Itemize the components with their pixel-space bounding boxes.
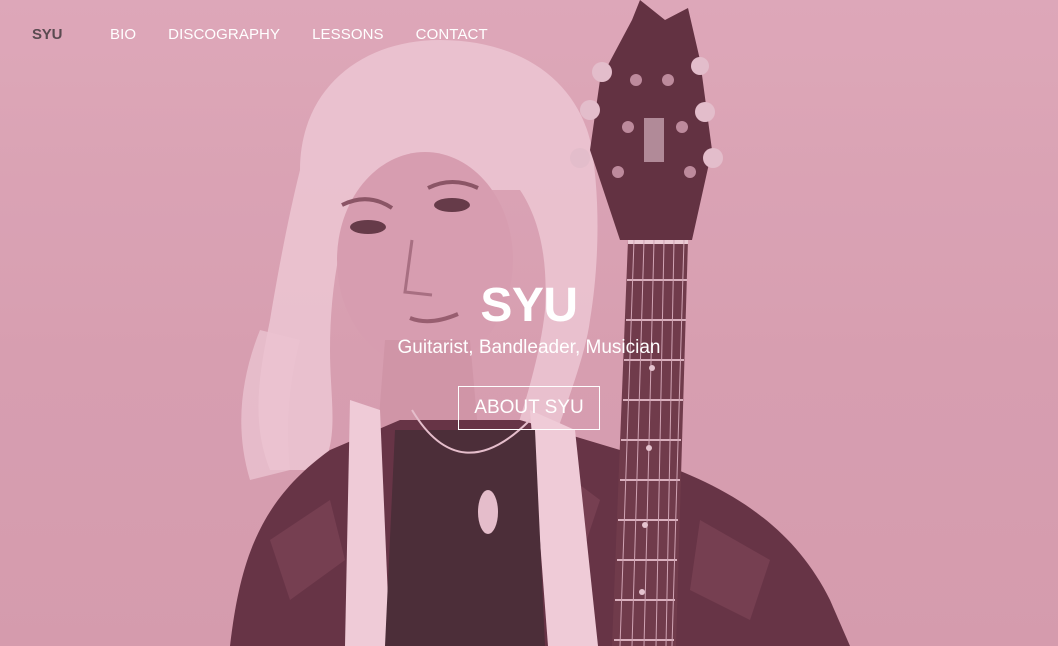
brand-logo-link[interactable]: SYU [32,26,62,43]
nav-item-contact: CONTACT [416,26,488,43]
about-syu-button[interactable]: ABOUT SYU [458,386,600,430]
nav-link-lessons[interactable]: LESSONS [312,26,384,43]
fret-marker-3 [642,522,648,528]
nav-item-bio: BIO [110,26,136,43]
nav-item-discography: DISCOGRAPHY [168,26,280,43]
nav-link-contact[interactable]: CONTACT [416,26,488,43]
shirt-shape [385,430,545,646]
nav-link-bio[interactable]: BIO [110,26,136,43]
necklace-pendant [478,490,498,534]
nav-item-lessons: LESSONS [312,26,384,43]
hero-section: SYU BIO DISCOGRAPHY LESSONS CONTACT SYU … [0,0,1058,646]
left-eye [350,220,386,234]
top-navbar: SYU BIO DISCOGRAPHY LESSONS CONTACT [0,0,1058,72]
hero-content: SYU Guitarist, Bandleader, Musician ABOU… [0,278,1058,430]
hero-title: SYU [480,279,578,332]
hero-subtitle: Guitarist, Bandleader, Musician [397,337,661,358]
fret-marker-4 [639,589,645,595]
right-eye [434,198,470,212]
nav-links: BIO DISCOGRAPHY LESSONS CONTACT [110,26,488,43]
headstock-logo [644,118,664,162]
fret-marker-2 [646,445,652,451]
nav-link-discography[interactable]: DISCOGRAPHY [168,26,280,43]
